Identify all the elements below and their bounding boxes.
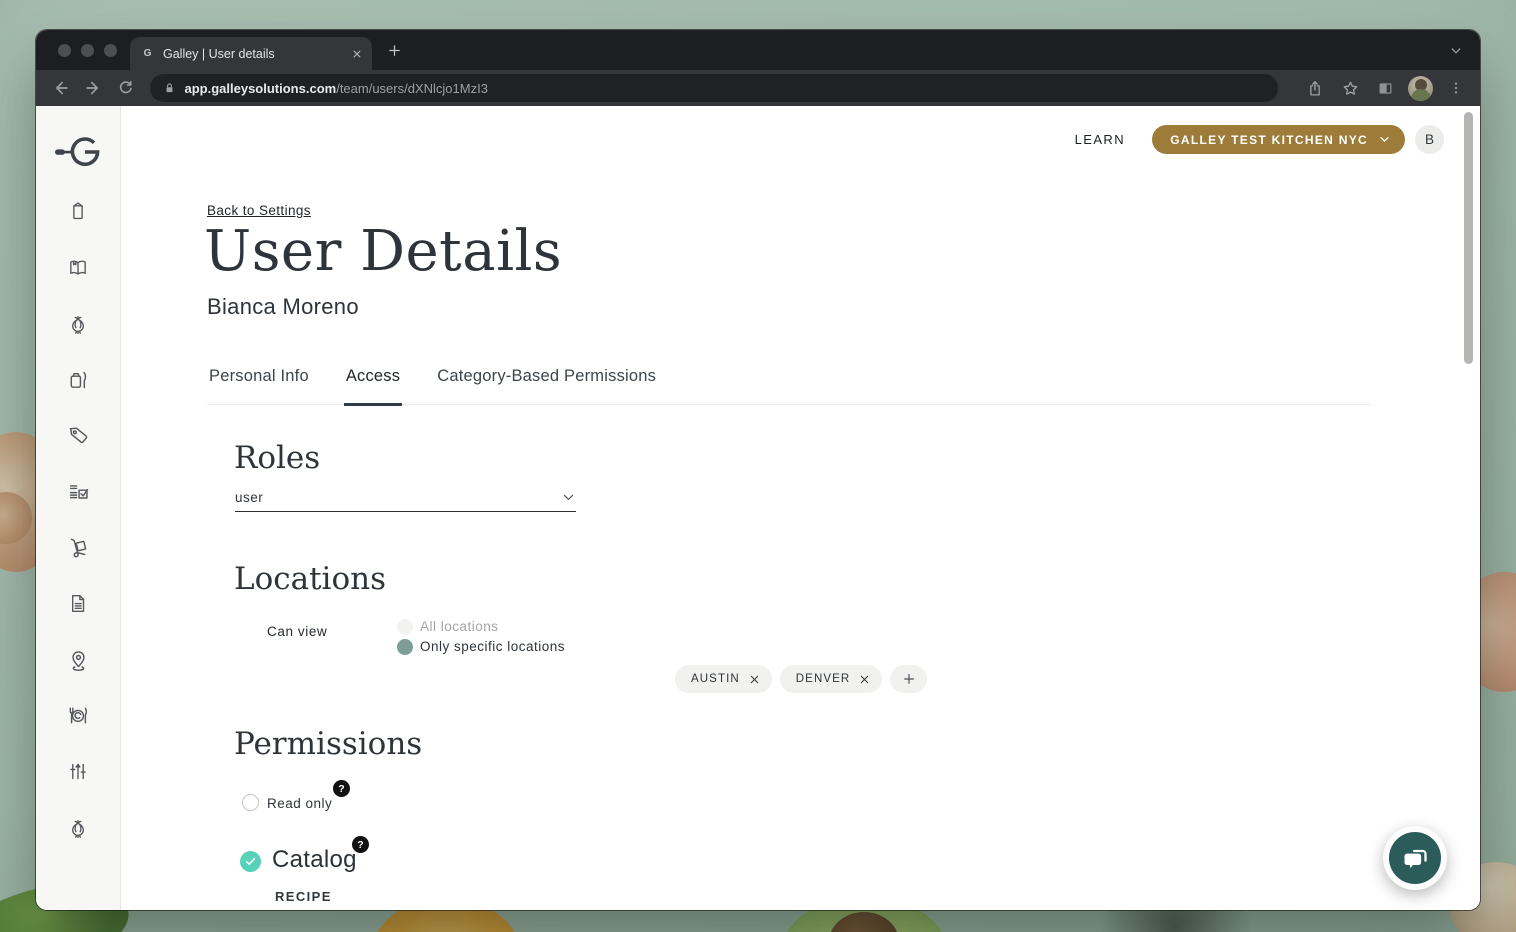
- org-name: GALLEY TEST KITCHEN NYC: [1170, 133, 1368, 147]
- tab-personal-info[interactable]: Personal Info: [207, 366, 311, 404]
- roles-selected-value: user: [235, 490, 561, 505]
- can-view-label: Can view: [267, 624, 327, 639]
- page-scrollbar[interactable]: [1464, 112, 1473, 364]
- chip-austin[interactable]: AUSTIN: [675, 665, 772, 693]
- url-path: /team/users/dXNlcjo1MzI3: [336, 81, 488, 96]
- bookmark-star-icon[interactable]: [1338, 76, 1362, 100]
- remove-icon: [749, 674, 760, 685]
- document-icon[interactable]: [65, 591, 91, 616]
- page-content: LEARN GALLEY TEST KITCHEN NYC B Back to …: [36, 106, 1480, 910]
- browser-tab[interactable]: G Galley | User details: [130, 37, 372, 70]
- chat-widget-button[interactable]: [1383, 826, 1447, 890]
- hand-truck-icon[interactable]: [65, 535, 91, 560]
- radio-all-locations[interactable]: All locations: [397, 617, 565, 636]
- back-icon[interactable]: [48, 75, 74, 101]
- permissions-heading: Permissions: [234, 726, 422, 762]
- forward-icon[interactable]: [81, 75, 107, 101]
- tab-close-icon[interactable]: [352, 49, 362, 59]
- flip-board-icon[interactable]: [65, 199, 91, 224]
- browser-window: G Galley | User details app.galleysol: [36, 30, 1480, 910]
- back-to-settings-link[interactable]: Back to Settings: [207, 203, 311, 218]
- app-sidebar: [36, 106, 121, 910]
- tab-category-based-permissions[interactable]: Category-Based Permissions: [435, 366, 658, 404]
- read-only-help-icon[interactable]: ?: [333, 780, 350, 797]
- onion-icon-2[interactable]: [65, 815, 91, 840]
- recipe-category-label: RECIPE: [275, 889, 332, 904]
- user-avatar[interactable]: B: [1415, 125, 1444, 154]
- locations-heading: Locations: [234, 561, 386, 597]
- read-only-label: Read only: [267, 796, 332, 811]
- address-bar[interactable]: app.galleysolutions.com/team/users/dXNlc…: [150, 74, 1279, 102]
- reload-icon[interactable]: [113, 75, 139, 101]
- chevron-down-icon: [1378, 133, 1391, 146]
- roles-heading: Roles: [234, 440, 320, 476]
- user-name: Bianca Moreno: [207, 294, 359, 320]
- page-title: User Details: [204, 219, 562, 284]
- read-only-checkbox[interactable]: [242, 794, 259, 811]
- url-host: app.galleysolutions.com: [185, 81, 337, 96]
- check-icon: [244, 855, 257, 868]
- browser-profile-avatar[interactable]: [1408, 76, 1433, 101]
- add-location-button[interactable]: [890, 665, 927, 693]
- chip-denver[interactable]: DENVER: [780, 665, 883, 693]
- roles-select[interactable]: user: [235, 483, 576, 512]
- chat-bubble-icon: [1389, 832, 1441, 884]
- browser-menu-icon[interactable]: [1444, 76, 1468, 100]
- share-icon[interactable]: [1303, 76, 1327, 100]
- radio-off-icon[interactable]: [397, 619, 413, 635]
- open-book-icon[interactable]: [65, 255, 91, 280]
- radio-on-icon[interactable]: [397, 639, 413, 655]
- catalog-help-icon[interactable]: ?: [352, 836, 369, 853]
- detail-tabs: Personal Info Access Category-Based Perm…: [207, 366, 1370, 405]
- location-scope-radio-group: All locations Only specific locations: [397, 617, 565, 657]
- galley-logo[interactable]: [54, 136, 102, 168]
- tab-title: Galley | User details: [163, 47, 352, 61]
- checklist-icon[interactable]: [65, 479, 91, 504]
- new-tab-button[interactable]: [386, 42, 403, 59]
- plate-cutlery-icon[interactable]: [65, 703, 91, 728]
- org-switcher-button[interactable]: GALLEY TEST KITCHEN NYC: [1152, 125, 1405, 154]
- browser-tab-strip: G Galley | User details: [36, 30, 1480, 70]
- lock-icon: [163, 81, 176, 95]
- tab-search-chevron-icon[interactable]: [1448, 43, 1464, 59]
- window-controls[interactable]: [58, 44, 117, 57]
- browser-toolbar: app.galleysolutions.com/team/users/dXNlc…: [36, 70, 1480, 106]
- side-panel-icon[interactable]: [1373, 76, 1397, 100]
- price-tag-icon[interactable]: [65, 423, 91, 448]
- map-pin-icon[interactable]: [65, 647, 91, 672]
- sliders-icon[interactable]: [65, 759, 91, 784]
- tab-access[interactable]: Access: [344, 366, 402, 406]
- radio-only-specific-locations[interactable]: Only specific locations: [397, 637, 565, 656]
- catalog-checkbox[interactable]: [240, 851, 261, 872]
- learn-link[interactable]: LEARN: [1075, 132, 1125, 147]
- plus-icon: [902, 672, 916, 686]
- chevron-down-icon: [561, 490, 576, 505]
- main-panel: LEARN GALLEY TEST KITCHEN NYC B Back to …: [121, 106, 1480, 910]
- remove-icon: [859, 674, 870, 685]
- cutting-board-knife-icon[interactable]: [65, 367, 91, 392]
- galley-favicon-icon: G: [140, 46, 155, 61]
- catalog-label: Catalog: [272, 846, 357, 874]
- location-chips: AUSTIN DENVER: [675, 665, 927, 693]
- onion-icon[interactable]: [65, 311, 91, 336]
